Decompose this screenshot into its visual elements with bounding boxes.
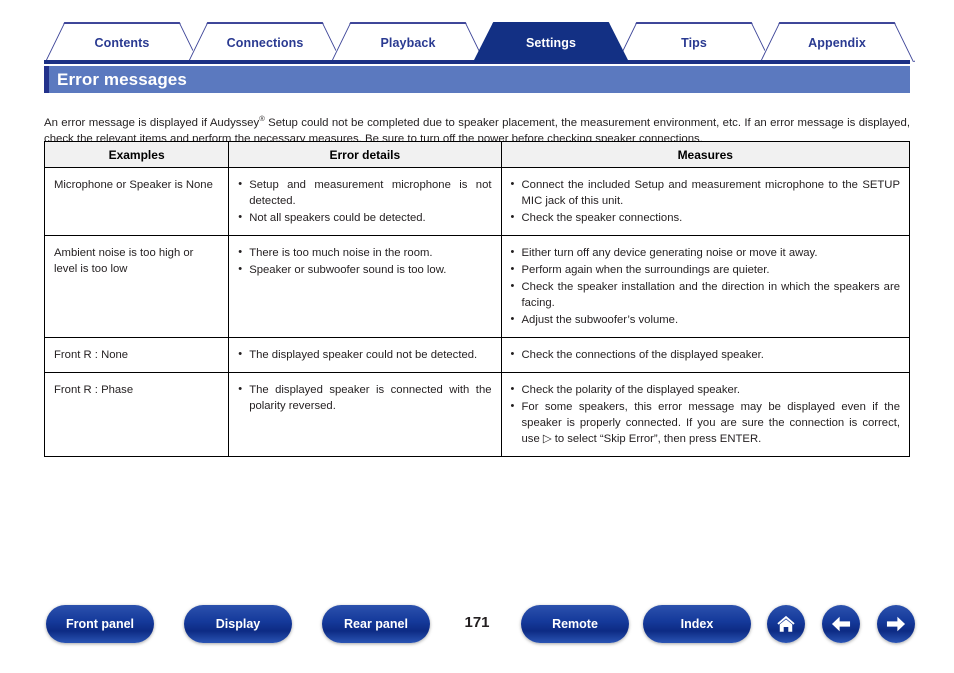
example-text: Front R : Phase — [54, 384, 134, 396]
table-row: Ambient noise is too high or level is to… — [43, 235, 911, 338]
column-header-error-details: Error details — [228, 141, 502, 168]
list-item: Connect the included Setup and measureme… — [511, 176, 900, 209]
list-item: For some speakers, this error message ma… — [511, 398, 900, 447]
list-item: Setup and measurement microphone is not … — [238, 176, 491, 209]
front-panel-button-label: Front panel — [65, 617, 135, 631]
tab-edge-right — [872, 23, 914, 62]
remote-button-label: Remote — [552, 617, 598, 631]
cell-measures: Either turn off any device generating no… — [500, 235, 911, 338]
measures-list: Either turn off any device generating no… — [511, 244, 900, 328]
example-text: Ambient noise is too high or level is to… — [54, 247, 194, 275]
example-text: Front R : None — [54, 349, 129, 361]
back-button[interactable] — [822, 605, 860, 643]
tab-contents[interactable]: Contents — [44, 22, 200, 62]
tab-edge-left — [331, 23, 373, 62]
list-item: Check the speaker connections. — [511, 209, 900, 226]
list-item: Not all speakers could be detected. — [238, 209, 491, 226]
list-item: Check the speaker installation and the d… — [511, 278, 900, 311]
error-details-list: Setup and measurement microphone is not … — [238, 176, 491, 226]
tab-connections[interactable]: Connections — [187, 22, 343, 62]
index-button[interactable]: Index — [643, 605, 751, 643]
table-row: Microphone or Speaker is None Setup and … — [43, 167, 911, 236]
cell-measures: Check the connections of the displayed s… — [500, 337, 911, 373]
remote-button[interactable]: Remote — [521, 605, 629, 643]
intro-text-part1: An error message is displayed if Audysse… — [44, 117, 260, 130]
rear-panel-button[interactable]: Rear panel — [322, 605, 430, 643]
cell-error-details: The displayed speaker could not be detec… — [228, 337, 502, 373]
example-text: Microphone or Speaker is None — [54, 179, 213, 191]
rear-panel-button-label: Rear panel — [344, 617, 408, 631]
page-root: Contents Connections Playback Settings T… — [0, 0, 954, 673]
table-header-row: Examples Error details Measures — [43, 141, 911, 168]
arrow-right-icon — [886, 616, 906, 632]
cell-error-details: The displayed speaker is connected with … — [228, 372, 502, 457]
list-item: There is too much noise in the room. — [238, 244, 491, 261]
cell-example: Front R : Phase — [43, 372, 230, 457]
display-button-label: Display — [215, 617, 261, 631]
tab-label: Connections — [226, 35, 304, 50]
tab-label: Tips — [681, 35, 707, 50]
cell-error-details: Setup and measurement microphone is not … — [228, 167, 502, 236]
page-number: 171 — [464, 614, 490, 631]
cell-measures: Check the polarity of the displayed spea… — [500, 372, 911, 457]
table-row: Front R : Phase The displayed speaker is… — [43, 372, 911, 457]
column-header-examples: Examples — [43, 141, 230, 168]
tab-label: Settings — [525, 35, 577, 50]
tab-label: Playback — [380, 35, 436, 50]
tab-edge-left — [45, 23, 87, 62]
error-details-list: The displayed speaker could not be detec… — [238, 346, 491, 363]
arrow-left-icon — [831, 616, 851, 632]
error-messages-table: Examples Error details Measures Micropho… — [43, 141, 911, 457]
home-button[interactable] — [767, 605, 805, 643]
forward-button[interactable] — [877, 605, 915, 643]
page-title: Error messages — [44, 66, 910, 93]
tab-settings[interactable]: Settings — [473, 22, 629, 62]
tab-appendix[interactable]: Appendix — [759, 22, 915, 62]
tab-edge-left — [474, 23, 516, 62]
tab-edge-left — [760, 23, 802, 62]
display-button[interactable]: Display — [184, 605, 292, 643]
list-item: Either turn off any device generating no… — [511, 244, 900, 261]
error-details-list: The displayed speaker is connected with … — [238, 381, 491, 414]
top-tab-bar: Contents Connections Playback Settings T… — [44, 22, 915, 62]
table-row: Front R : None The displayed speaker cou… — [43, 337, 911, 373]
tab-edge-right — [586, 23, 628, 62]
tab-tips[interactable]: Tips — [616, 22, 772, 62]
tab-label: Contents — [94, 35, 150, 50]
list-item: Check the polarity of the displayed spea… — [511, 381, 900, 398]
list-item: Speaker or subwoofer sound is too low. — [238, 261, 491, 278]
list-item: The displayed speaker is connected with … — [238, 381, 491, 414]
cell-example: Ambient noise is too high or level is to… — [43, 235, 230, 338]
error-details-list: There is too much noise in the room. Spe… — [238, 244, 491, 278]
measures-list: Check the connections of the displayed s… — [511, 346, 900, 363]
column-header-measures: Measures — [500, 141, 911, 168]
cell-example: Front R : None — [43, 337, 230, 373]
measures-list: Check the polarity of the displayed spea… — [511, 381, 900, 447]
measures-list: Connect the included Setup and measureme… — [511, 176, 900, 226]
list-item: The displayed speaker could not be detec… — [238, 346, 491, 363]
footer-toolbar: Front panel Display Rear panel 171 Remot… — [0, 605, 954, 651]
list-item: Perform again when the surroundings are … — [511, 261, 900, 278]
cell-measures: Connect the included Setup and measureme… — [500, 167, 911, 236]
tab-edge-left — [188, 23, 230, 62]
home-icon — [777, 615, 795, 632]
cell-error-details: There is too much noise in the room. Spe… — [228, 235, 502, 338]
list-item: Check the connections of the displayed s… — [511, 346, 900, 363]
cell-example: Microphone or Speaker is None — [43, 167, 230, 236]
index-button-label: Index — [680, 617, 714, 631]
list-item: Adjust the subwoofer’s volume. — [511, 311, 900, 328]
front-panel-button[interactable]: Front panel — [46, 605, 154, 643]
page-title-text: Error messages — [57, 69, 187, 89]
tab-playback[interactable]: Playback — [330, 22, 486, 62]
tab-label: Appendix — [808, 35, 866, 50]
